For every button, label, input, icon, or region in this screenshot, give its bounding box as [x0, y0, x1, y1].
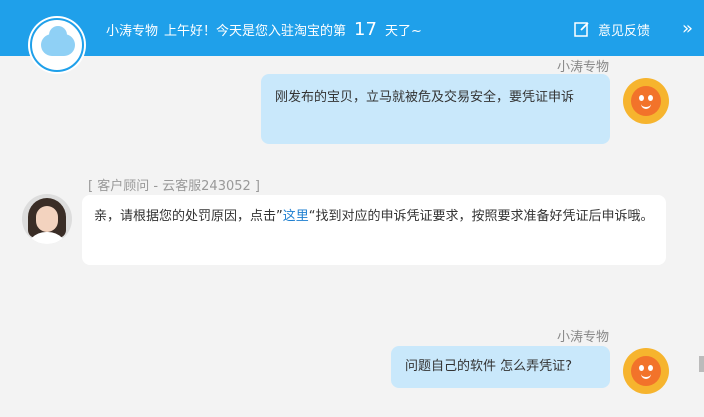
days-count: 17 — [354, 18, 377, 40]
scrollbar-thumb[interactable] — [699, 356, 704, 372]
message-bubble: 亲，请根据您的处罚原因，点击”这里“找到对应的申诉凭证要求，按照要求准备好凭证后… — [82, 195, 666, 265]
mascot-face — [631, 356, 661, 386]
mascot-eye — [639, 95, 644, 101]
user-avatar[interactable] — [623, 78, 669, 124]
store-logo[interactable] — [30, 18, 84, 72]
message-text: 亲，请根据您的处罚原因，点击” — [94, 209, 283, 224]
message-bubble: 问题自己的软件 怎么弄凭证? — [391, 346, 610, 388]
agent-avatar[interactable] — [22, 194, 72, 244]
mascot-eye — [639, 365, 644, 371]
user-avatar[interactable] — [623, 348, 669, 394]
feedback-button[interactable]: 意见反馈 — [574, 17, 650, 41]
shop-name: 小涛专物 — [106, 23, 159, 39]
message-text: “找到对应的申诉凭证要求，按照要求准备好凭证后申诉哦。 — [308, 209, 654, 224]
mascot-mouth — [641, 104, 651, 109]
cloud-icon — [41, 26, 75, 56]
help-link[interactable]: 这里 — [283, 209, 309, 224]
sender-name: 小涛专物 — [556, 330, 609, 345]
mascot-mouth — [641, 374, 651, 379]
feedback-label: 意见反馈 — [598, 23, 651, 39]
mascot-eye — [648, 95, 653, 101]
agent-label: [ 客户顾问 - 云客服243052 ] — [88, 179, 260, 194]
message-bubble: 刚发布的宝贝，立马就被危及交易安全，要凭证申诉 — [261, 74, 610, 144]
edit-icon — [574, 22, 589, 37]
mascot-face — [631, 86, 661, 116]
avatar-face — [36, 206, 58, 232]
mascot-eye — [648, 365, 653, 371]
greeting-bar: 小涛专物 上午好！今天是您入驻淘宝的第 17 天了~ — [106, 17, 422, 41]
double-chevron-right-icon[interactable]: » — [682, 18, 700, 40]
greeting-suffix: 天了~ — [384, 23, 422, 39]
greeting-prefix: 上午好！今天是您入驻淘宝的第 — [164, 23, 347, 39]
sender-name: 小涛专物 — [556, 60, 609, 75]
